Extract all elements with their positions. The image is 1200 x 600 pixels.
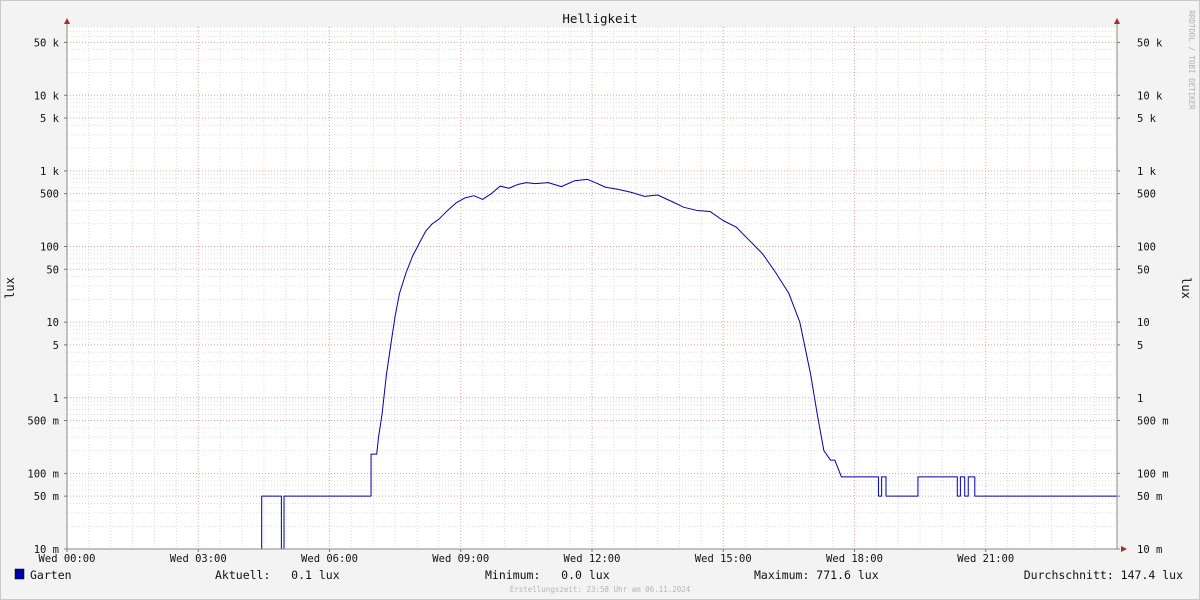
y-tick-label-right: 5 k bbox=[1137, 113, 1157, 125]
y-tick-label-left: 50 k bbox=[34, 37, 60, 49]
y-tick-label-left: 5 bbox=[53, 340, 59, 352]
x-tick-label: Wed 06:00 bbox=[301, 553, 358, 565]
y-tick-label-left: 100 bbox=[40, 242, 59, 254]
y-tick-label-left: 50 bbox=[46, 264, 59, 276]
legend-swatch bbox=[14, 568, 25, 580]
chart-title: Helligkeit bbox=[562, 11, 637, 26]
y-tick-label-right: 10 k bbox=[1137, 90, 1163, 102]
y-tick-label-right: 10 bbox=[1137, 317, 1150, 329]
y-tick-label-right: 5 bbox=[1137, 340, 1143, 352]
legend-series-name: Garten bbox=[30, 568, 72, 582]
y-tick-label-left: 1 k bbox=[40, 166, 60, 178]
y-tick-label-right: 100 m bbox=[1137, 468, 1169, 480]
x-axis-arrow bbox=[1121, 546, 1127, 552]
x-tick-label: Wed 09:00 bbox=[432, 553, 489, 565]
y-tick-label-left: 500 m bbox=[27, 416, 59, 428]
y-axis-arrow-left bbox=[64, 18, 70, 24]
y-tick-label-right: 1 k bbox=[1137, 166, 1157, 178]
y-axis-label-right: lux bbox=[1179, 277, 1193, 299]
y-tick-label-right: 10 m bbox=[1137, 544, 1162, 556]
x-tick-label: Wed 15:00 bbox=[695, 553, 752, 565]
y-tick-label-right: 50 k bbox=[1137, 37, 1163, 49]
y-tick-label-right: 50 m bbox=[1137, 491, 1162, 503]
y-tick-label-left: 1 bbox=[53, 393, 59, 405]
y-tick-label-right: 1 bbox=[1137, 393, 1143, 405]
y-tick-label-left: 50 m bbox=[34, 491, 59, 503]
y-tick-label-left: 500 bbox=[40, 189, 59, 201]
y-tick-label-right: 500 bbox=[1137, 189, 1156, 201]
y-tick-label-left: 100 m bbox=[27, 468, 59, 480]
x-tick-label: Wed 12:00 bbox=[564, 553, 621, 565]
y-tick-label-left: 5 k bbox=[40, 113, 60, 125]
x-tick-label: Wed 21:00 bbox=[957, 553, 1014, 565]
y-tick-label-left: 10 k bbox=[34, 90, 60, 102]
y-tick-label-right: 500 m bbox=[1137, 416, 1169, 428]
x-tick-label: Wed 18:00 bbox=[826, 553, 883, 565]
legend-current: Aktuell: 0.1 lux bbox=[215, 568, 340, 582]
y-axis-label-left: lux bbox=[3, 277, 17, 299]
creation-timestamp: Erstellungszeit: 23:58 Uhr am 06.11.2024 bbox=[510, 585, 691, 594]
legend-average: Durchschnitt: 147.4 lux bbox=[1024, 568, 1183, 582]
legend-minimum: Minimum: 0.0 lux bbox=[485, 568, 610, 582]
y-axis-arrow-right bbox=[1114, 18, 1120, 24]
y-tick-label-left: 10 bbox=[46, 317, 59, 329]
rrdtool-watermark: RRDTOOL / TOBI OETIKER bbox=[1187, 10, 1196, 110]
y-tick-label-right: 50 bbox=[1137, 264, 1150, 276]
brightness-chart: 50 k 50 k 10 k 10 k 5 k 5 k 1 k 1 k 500 500 100 100… bbox=[3, 10, 1196, 594]
x-tick-label: Wed 03:00 bbox=[170, 553, 227, 565]
x-tick-label: Wed 00:00 bbox=[39, 553, 96, 565]
legend-maximum: Maximum: 771.6 lux bbox=[754, 568, 879, 582]
y-tick-label-right: 100 bbox=[1137, 242, 1156, 254]
